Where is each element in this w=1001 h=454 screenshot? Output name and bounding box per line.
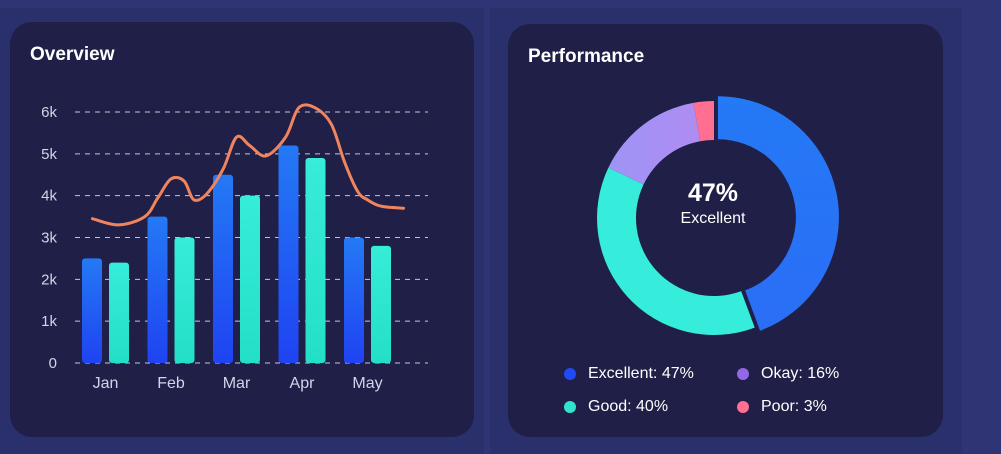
donut-slice-okay: [608, 102, 701, 185]
bar-jan-series-1: [82, 258, 102, 363]
y-tick-label: 5k: [41, 146, 57, 163]
bar-feb-series-2: [174, 237, 195, 363]
y-tick-label: 4k: [41, 188, 57, 205]
donut-center-value: 47%: [687, 179, 739, 207]
bar-may-series-2: [371, 245, 391, 363]
legend-label: Okay: 16%: [761, 365, 840, 382]
performance-card: Performance 47% Excellent Excellent: 47%…: [508, 24, 943, 437]
x-tick-label: Jan: [93, 375, 119, 392]
legend-item-excellent: Excellent: 47%: [564, 365, 694, 383]
y-tick-label: 6k: [41, 104, 57, 121]
legend-item-poor: Poor: 3%: [737, 398, 827, 416]
legend-dot: [564, 368, 576, 380]
legend-label: Good: 40%: [588, 398, 669, 415]
bar-apr-series-2: [305, 158, 326, 363]
x-tick-label: Feb: [157, 375, 185, 392]
legend-label: Poor: 3%: [761, 398, 827, 415]
legend-dot: [737, 368, 749, 380]
bar-apr-series-1: [278, 145, 299, 363]
bar-mar-series-2: [240, 195, 260, 363]
bar-feb-series-1: [147, 216, 168, 363]
x-tick-label: May: [352, 375, 382, 392]
bar-may-series-1: [344, 237, 364, 363]
y-tick-label: 0: [49, 355, 57, 372]
x-tick-label: Apr: [290, 375, 316, 392]
legend-label: Excellent: 47%: [588, 365, 694, 382]
overview-chart: 0 1k 2k 3k 4k 5k 6k Jan Feb Mar Apr May: [41, 103, 428, 392]
legend-dot: [564, 401, 576, 413]
x-tick-label: Mar: [223, 375, 251, 392]
donut-center-label: Excellent: [680, 210, 746, 227]
y-tick-label: 2k: [41, 271, 57, 288]
overview-card: Overview 0 1k 2k 3k 4k 5k 6k Jan Feb Mar Apr May: [10, 22, 474, 437]
legend-dot: [737, 401, 749, 413]
bar-mar-series-1: [213, 174, 233, 363]
legend-item-good: Good: 40%: [564, 398, 668, 416]
y-tick-label: 1k: [41, 313, 57, 330]
legend-item-okay: Okay: 16%: [737, 365, 839, 383]
bar-jan-series-2: [109, 262, 129, 363]
y-tick-label: 3k: [41, 230, 57, 247]
